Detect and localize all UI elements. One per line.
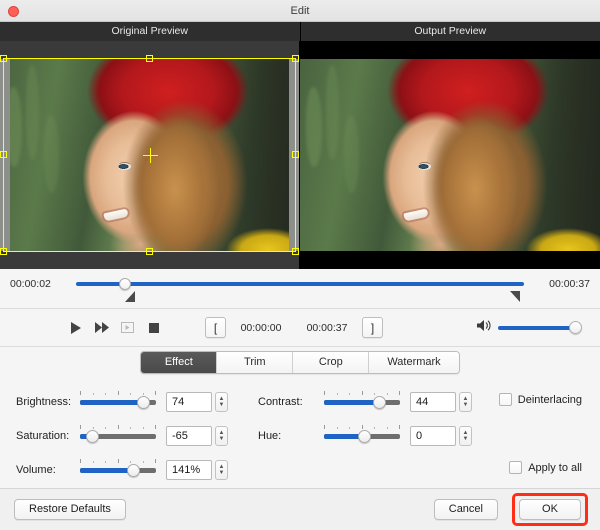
deinterlacing-checkbox[interactable] (498, 393, 512, 406)
contrast-slider-fill (324, 400, 379, 405)
letterbox-top (300, 41, 600, 59)
restore-defaults-button[interactable]: Restore Defaults (14, 499, 126, 520)
stop-icon[interactable] (146, 320, 161, 335)
output-preview-label: Output Preview (414, 25, 487, 37)
brightness-stepper[interactable]: ▲ ▼ (215, 392, 228, 412)
hue-slider[interactable] (324, 425, 400, 447)
brightness-label: Brightness: (16, 396, 72, 408)
effect-volume-slider-knob[interactable] (127, 464, 141, 477)
volume-slider-knob[interactable] (569, 320, 582, 334)
hue-slider-knob[interactable] (357, 430, 371, 443)
row-saturation-hue: Saturation: -65 ▲ ▼ Hue: 0 ▲ ▼ (0, 419, 600, 453)
contrast-stepper[interactable]: ▲ ▼ (459, 392, 472, 412)
trim-start-marker[interactable] (125, 291, 136, 302)
saturation-slider-knob[interactable] (86, 430, 100, 443)
apply-to-all-label: Apply to all (528, 461, 582, 474)
hue-stepper[interactable]: ▲ ▼ (459, 426, 472, 446)
title-bar: Edit (0, 0, 600, 22)
original-preview-label: Original Preview (0, 22, 301, 41)
play-icon[interactable] (68, 320, 83, 335)
tab-group: Effect Trim Crop Watermark (140, 350, 460, 374)
effect-controls-panel: Brightness: 74 ▲ ▼ Contrast: 44 ▲ ▼ Satu… (0, 377, 600, 488)
brightness-slider-knob[interactable] (137, 396, 151, 409)
apply-to-all-checkbox-row[interactable]: Apply to all (509, 461, 582, 474)
contrast-slider-knob[interactable] (372, 396, 386, 409)
contrast-slider[interactable] (324, 391, 400, 413)
hue-value-field[interactable]: 0 (410, 426, 456, 446)
tab-trim[interactable]: Trim (217, 351, 294, 373)
deinterlacing-checkbox-row[interactable]: Deinterlacing (498, 393, 582, 406)
frame-step-icon[interactable] (120, 320, 135, 335)
edit-dialog-window: Edit Original Preview Output Preview 00:… (0, 0, 600, 530)
contrast-label: Contrast: (258, 396, 303, 408)
apply-to-all-checkbox[interactable] (509, 461, 523, 474)
saturation-slider[interactable] (80, 425, 156, 447)
in-point-time[interactable]: 00:00:00 (230, 322, 292, 334)
contrast-value-field[interactable]: 44 (410, 392, 456, 412)
output-video-frame (300, 59, 600, 251)
saturation-stepper[interactable]: ▲ ▼ (215, 426, 228, 446)
volume-slider[interactable] (498, 320, 582, 335)
letterbox-bottom (300, 251, 600, 269)
footer-right-buttons: Cancel OK (433, 493, 588, 526)
saturation-label: Saturation: (16, 430, 70, 442)
fast-forward-icon[interactable] (94, 320, 109, 335)
trim-end-marker[interactable] (509, 291, 520, 302)
brightness-value-field[interactable]: 74 (166, 392, 212, 412)
in-out-point-group: [ 00:00:00 00:00:37 ] (205, 317, 383, 338)
left-pillarbox (0, 59, 10, 251)
brightness-slider[interactable] (80, 391, 156, 413)
tabs-row: Effect Trim Crop Watermark (0, 347, 600, 377)
hue-label: Hue: (258, 430, 282, 442)
effect-volume-slider[interactable] (80, 459, 156, 481)
contrast-slider-ticks (324, 391, 400, 396)
timeline-start-time: 00:00:02 (10, 278, 51, 290)
preview-panes (0, 41, 600, 269)
output-preview-pane[interactable] (300, 41, 600, 269)
right-pillarbox (289, 59, 299, 251)
effect-volume-slider-fill (80, 468, 134, 473)
volume-slider-track[interactable] (498, 325, 574, 330)
volume-value-field[interactable]: 141% (166, 460, 212, 480)
video-image (0, 59, 299, 251)
close-icon[interactable] (8, 6, 19, 17)
timeline-track[interactable] (76, 282, 524, 286)
transport-buttons (68, 320, 161, 335)
brightness-slider-fill (80, 400, 144, 405)
original-video-frame (0, 59, 299, 251)
timeline-row: 00:00:02 00:00:37 (0, 269, 600, 309)
mark-in-button[interactable]: [ (205, 317, 226, 338)
timeline-end-time: 00:00:37 (549, 278, 590, 290)
tab-effect[interactable]: Effect (141, 351, 218, 373)
volume-control-group (477, 319, 582, 337)
volume-label: Volume: (16, 464, 56, 476)
window-title: Edit (290, 4, 310, 17)
dialog-footer: Restore Defaults Cancel OK (0, 488, 600, 530)
timeline-playhead-knob[interactable] (119, 278, 132, 290)
preview-header-bar: Original Preview Output Preview (0, 22, 600, 41)
saturation-value-field[interactable]: -65 (166, 426, 212, 446)
volume-stepper[interactable]: ▲ ▼ (215, 460, 228, 480)
out-point-time[interactable]: 00:00:37 (296, 322, 358, 334)
video-image-output (300, 59, 600, 251)
cancel-button[interactable]: Cancel (433, 499, 498, 520)
ok-button-highlight: OK (512, 493, 588, 526)
ok-button[interactable]: OK (519, 499, 581, 520)
transport-row: [ 00:00:00 00:00:37 ] (0, 309, 600, 347)
original-preview-pane[interactable] (0, 41, 300, 269)
effect-volume-slider-ticks (80, 459, 156, 464)
speaker-icon[interactable] (477, 319, 492, 337)
tab-crop[interactable]: Crop (293, 351, 370, 373)
mark-out-button[interactable]: ] (362, 317, 383, 338)
deinterlacing-label: Deinterlacing (517, 393, 582, 406)
timeline-scrubber[interactable] (76, 278, 524, 302)
tab-watermark[interactable]: Watermark (369, 351, 459, 373)
